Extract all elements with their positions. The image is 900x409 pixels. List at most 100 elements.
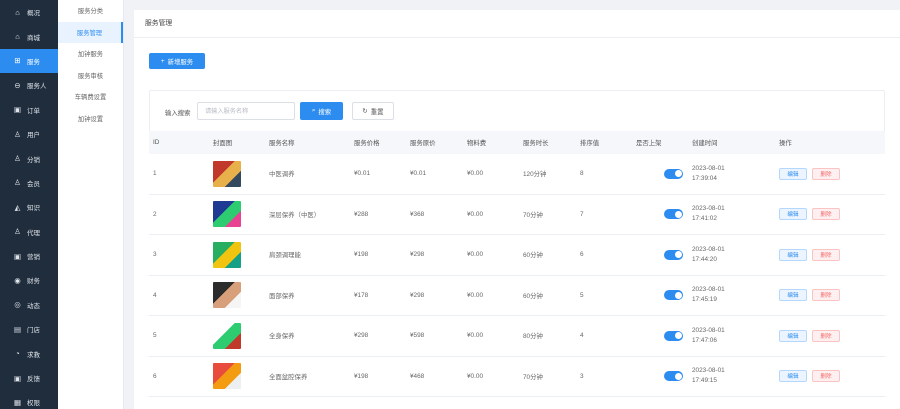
permission-icon: ▦ [13,397,22,407]
listed-toggle[interactable] [664,209,683,220]
shop-icon: ⌂ [15,32,20,42]
subnav-item-0[interactable]: 服务分类 [58,0,123,22]
order-icon: ▣ [13,105,22,115]
nav-item-12[interactable]: ◎ 动态 [0,293,58,317]
column-header: 是否上架 [636,140,662,147]
edit-button[interactable]: 编辑 [779,208,807,221]
delete-button[interactable]: 删除 [812,289,840,302]
edit-button[interactable]: 编辑 [779,329,807,342]
subnav-item-4[interactable]: 车辆费设置 [58,86,123,108]
subnav-item-2[interactable]: 加钟服务 [58,43,123,65]
cover-image [213,322,241,349]
cell-id: 5 [153,332,157,340]
cell-orig: ¥298 [410,251,425,259]
edit-button[interactable]: 编辑 [779,370,807,383]
marketing-icon: ▣ [13,251,22,261]
nav-item-label: 反馈 [27,376,40,384]
cell-price: ¥198 [354,372,369,380]
subnav-item-1[interactable]: 服务管理 [58,21,123,43]
nav-item-11[interactable]: ◉ 财务 [0,268,58,292]
cell-id: 6 [153,372,157,380]
created-time: 2023-08-01 17:49:15 [692,366,725,386]
row-actions: 编辑 删除 [779,289,840,302]
nav-item-3[interactable]: ⊖ 服务人 [0,73,58,97]
delete-button[interactable]: 删除 [812,248,840,261]
delete-button[interactable]: 删除 [812,370,840,383]
created-clock: 17:44:20 [692,255,717,263]
nav-item-1[interactable]: ⌂ 商城 [0,24,58,48]
column-header: 物料费 [467,140,487,147]
reset-button[interactable]: ↻ 重置 [352,102,394,120]
add-service-button[interactable]: + 新增服务 [149,53,205,69]
distribution-icon: ♙ [14,154,21,164]
nav-item-label: 会员 [27,180,40,188]
cell-price: ¥298 [354,332,369,340]
cell-name: 肩颈调理能 [269,252,301,260]
cell-sort: 4 [580,332,584,340]
cell-name: 全身保养 [269,333,295,341]
listed-toggle[interactable] [664,371,683,382]
created-date: 2023-08-01 [692,286,725,294]
edit-button[interactable]: 编辑 [779,248,807,261]
cell-id: 3 [153,251,157,259]
row-actions: 编辑 删除 [779,248,840,261]
nav-item-8[interactable]: ◭ 知识 [0,195,58,219]
cell-fee: ¥0.00 [467,170,483,178]
nav-item-label: 财务 [27,278,40,286]
cell-fee: ¥0.00 [467,372,483,380]
subnav-item-3[interactable]: 服务审核 [58,65,123,87]
cell-name: 深层保养（中医） [269,211,321,219]
nav-item-6[interactable]: ♙ 分销 [0,146,58,170]
search-label: 搜索 [318,108,332,116]
delete-button[interactable]: 删除 [812,208,840,221]
subnav-item-5[interactable]: 加钟设置 [58,108,123,130]
created-clock: 17:49:15 [692,377,717,385]
cell-duration: 60分钟 [523,252,543,260]
delete-button[interactable]: 删除 [812,329,840,342]
table-row: 2 深层保养（中医） ¥288 ¥368 ¥0.00 70分钟 7 2023-08-01 17:… [149,195,885,235]
row-actions: 编辑 删除 [779,370,840,383]
edit-button[interactable]: 编辑 [779,289,807,302]
app: ⌂ 概况 ⌂ 商城 ⊞ 服务 ⊖ 服务人 ▣ 订单 ♙ 用户 ♙ 分销 ♙ 会员 ◭ 知识 ♙ 代理 ▣ 营销 ◉ 财务 ◎ 动态… [0,0,900,409]
nav-item-0[interactable]: ⌂ 概况 [0,0,58,24]
cell-orig: ¥598 [410,332,425,340]
nav-item-5[interactable]: ♙ 用户 [0,122,58,146]
edit-button[interactable]: 编辑 [779,167,807,180]
nav-item-14[interactable]: ◔ 求救 [0,341,58,365]
nav-item-label: 商城 [27,34,40,42]
cell-orig: ¥298 [410,291,425,299]
listed-toggle[interactable] [664,249,683,260]
table-row: 5 全身保养 ¥298 ¥598 ¥0.00 80分钟 4 2023-08-01 17:47:0… [149,316,885,357]
nav-item-7[interactable]: ♙ 会员 [0,171,58,195]
sub-sidebar: 服务分类 服务管理 加钟服务 服务审核 车辆费设置 加钟设置 [58,0,124,409]
search-input[interactable] [197,102,295,120]
feedback-icon: ▣ [13,373,22,383]
cover-image [213,363,241,390]
nav-item-10[interactable]: ▣ 营销 [0,244,58,268]
cell-id: 2 [153,210,157,218]
nav-item-2[interactable]: ⊞ 服务 [0,48,58,74]
created-time: 2023-08-01 17:41:02 [692,204,725,224]
nav-item-4[interactable]: ▣ 订单 [0,98,58,122]
top-bar [124,0,900,10]
user-icon: ♙ [14,129,21,139]
created-clock: 17:41:02 [692,215,717,223]
listed-toggle[interactable] [664,290,683,301]
finance-icon: ◉ [14,275,21,285]
column-header: 服务原价 [410,140,436,147]
nav-item-9[interactable]: ♙ 代理 [0,220,58,244]
listed-toggle[interactable] [664,330,683,341]
cell-orig: ¥368 [410,210,425,218]
nav-item-13[interactable]: ▤ 门店 [0,317,58,341]
search-button[interactable]: ⌕ 搜索 [300,102,343,120]
main-sidebar: ⌂ 概况 ⌂ 商城 ⊞ 服务 ⊖ 服务人 ▣ 订单 ♙ 用户 ♙ 分销 ♙ 会员 ◭ 知识 ♙ 代理 ▣ 营销 ◉ 财务 ◎ 动态… [0,0,58,409]
nav-item-15[interactable]: ▣ 反馈 [0,366,58,390]
column-header: 创建时间 [692,140,718,147]
delete-button[interactable]: 删除 [812,167,840,180]
refresh-icon: ↻ [362,108,368,115]
reset-label: 重置 [370,108,384,116]
nav-item-16[interactable]: ▦ 权限 [0,390,58,409]
cell-sort: 7 [580,210,584,218]
table-row: 3 肩颈调理能 ¥198 ¥298 ¥0.00 60分钟 6 2023-08-01 17:44:… [149,235,885,276]
listed-toggle[interactable] [664,168,683,179]
